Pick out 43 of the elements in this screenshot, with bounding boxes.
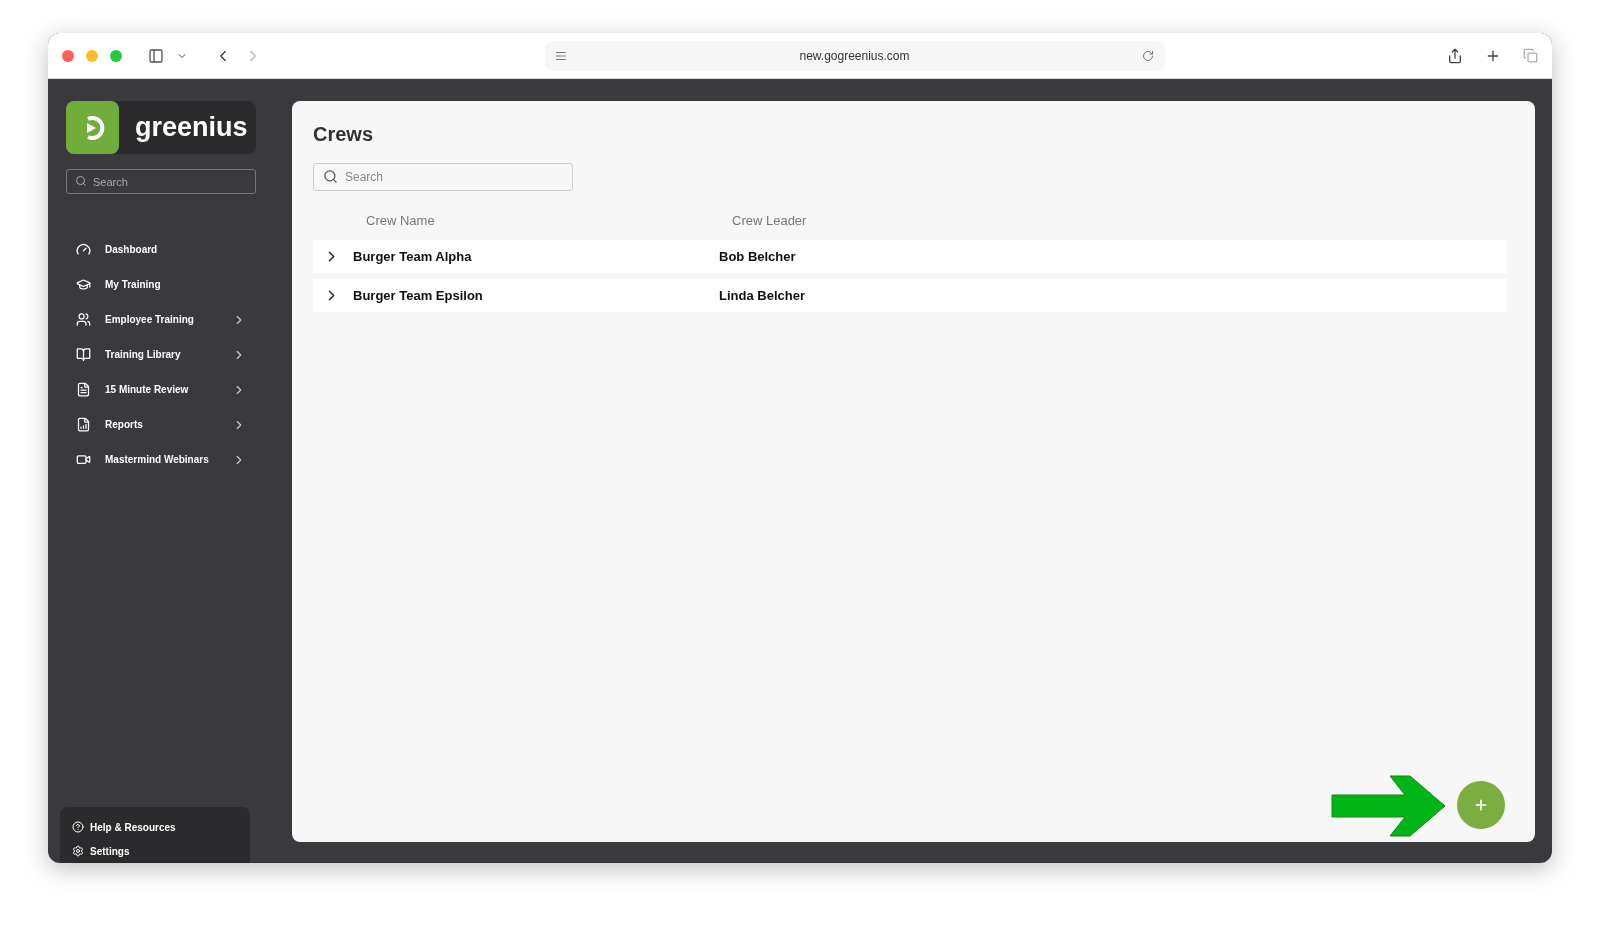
- table-row[interactable]: Burger Team Alpha Bob Belcher: [313, 240, 1507, 273]
- nav-item[interactable]: My Training: [66, 267, 246, 302]
- search-field[interactable]: Search: [313, 163, 573, 191]
- table-cell-text: Burger Team Alpha: [353, 249, 473, 264]
- nav-item[interactable]: 15 Minute Review: [66, 372, 246, 407]
- search-icon: [323, 169, 338, 184]
- nav-item[interactable]: Training Library: [66, 337, 246, 372]
- search-icon: [75, 175, 87, 187]
- add-button[interactable]: [1457, 781, 1505, 829]
- zoom-button[interactable]: [110, 49, 122, 62]
- sidebar-search-field[interactable]: Search: [66, 169, 256, 194]
- address-bar[interactable]: new.gogreenius.com: [544, 40, 1165, 71]
- share-icon[interactable]: [1447, 47, 1463, 64]
- report-icon: [76, 417, 91, 432]
- footer-link[interactable]: Help & Resources: [72, 821, 250, 833]
- settings-icon: [72, 845, 84, 857]
- logo-text: greenius: [135, 112, 248, 143]
- gauge-icon: [76, 242, 91, 257]
- sidebar-toggle-icon[interactable]: [148, 47, 164, 64]
- help-icon: [72, 821, 84, 833]
- graduation-cap-icon: [76, 277, 91, 292]
- page-title: Crews: [313, 123, 375, 146]
- video-camera-icon: [76, 452, 91, 467]
- book-icon: [76, 347, 91, 362]
- tabs-overview-icon[interactable]: [1523, 48, 1538, 63]
- reader-icon[interactable]: [554, 49, 567, 62]
- column-header: Crew Name: [366, 213, 436, 228]
- nav-item[interactable]: Dashboard: [66, 232, 246, 267]
- plus-icon: [1473, 797, 1489, 813]
- url-text: new.gogreenius.com: [799, 48, 910, 63]
- column-header: Crew Leader: [732, 213, 808, 228]
- table-cell-text: Bob Belcher: [719, 249, 797, 264]
- nav-item[interactable]: Mastermind Webinars: [66, 442, 246, 477]
- table-cell-text: Burger Team Epsilon: [353, 288, 484, 303]
- people-icon: [76, 312, 91, 327]
- close-button[interactable]: [62, 49, 74, 62]
- footer-link[interactable]: Settings: [72, 845, 250, 857]
- nav-item[interactable]: Employee Training: [66, 302, 246, 337]
- table-row[interactable]: Burger Team Epsilon Linda Belcher: [313, 279, 1507, 312]
- nav-item[interactable]: Reports: [66, 407, 246, 442]
- reload-icon[interactable]: [1142, 49, 1155, 62]
- table-cell-text: Linda Belcher: [719, 288, 806, 303]
- document-icon: [76, 382, 91, 397]
